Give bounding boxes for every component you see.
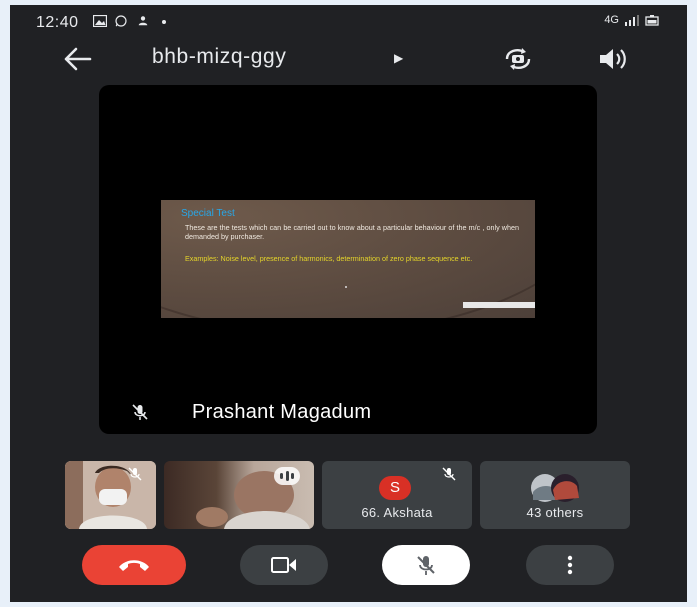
mouse-pointer xyxy=(345,286,347,288)
expand-caret-icon[interactable]: ▶ xyxy=(394,51,403,65)
battery-icon xyxy=(645,14,659,26)
end-call-icon xyxy=(119,560,149,571)
slide-body-text: These are the tests which can be carried… xyxy=(185,223,519,241)
screen-share-banner xyxy=(463,302,535,308)
participant-video xyxy=(65,461,156,529)
network-type: 4G xyxy=(604,14,619,26)
signal-icon xyxy=(625,14,639,26)
shared-presentation-slide: Special Test These are the tests which c… xyxy=(161,200,535,318)
mic-off-icon xyxy=(442,467,456,481)
status-right: 4G xyxy=(604,14,659,26)
status-time: 12:40 xyxy=(36,14,79,31)
end-call-button[interactable] xyxy=(82,545,186,585)
status-bar: 12:40 4G xyxy=(10,5,687,39)
mic-off-icon xyxy=(132,404,148,420)
whatsapp-icon xyxy=(115,15,127,27)
participant-tile[interactable] xyxy=(164,461,314,529)
mic-off-icon xyxy=(417,556,435,575)
slide-title: Special Test xyxy=(181,208,235,219)
grouped-avatars xyxy=(531,474,579,502)
more-options-icon xyxy=(567,555,573,575)
notification-icon xyxy=(138,16,148,26)
meeting-code[interactable]: bhb-mizq-ggy xyxy=(152,45,286,69)
avatar: S xyxy=(379,476,411,500)
mic-off-icon xyxy=(128,467,142,481)
more-options-button[interactable] xyxy=(526,545,614,585)
video-toggle-button[interactable] xyxy=(240,545,328,585)
speaker-icon[interactable] xyxy=(596,44,630,74)
flip-camera-icon[interactable] xyxy=(502,43,534,75)
slide-examples-text: Examples: Noise level, presence of harmo… xyxy=(185,254,473,263)
video-camera-icon xyxy=(271,557,296,573)
participant-tile[interactable]: S 66. Akshata xyxy=(322,461,472,529)
participant-tile-others[interactable]: 43 others xyxy=(480,461,630,529)
presenter-name: Prashant Magadum xyxy=(192,401,372,423)
participant-name: 66. Akshata xyxy=(361,505,433,520)
participant-tile[interactable] xyxy=(65,461,156,529)
main-video-tile[interactable]: Special Test These are the tests which c… xyxy=(99,85,597,434)
meet-call-screen: 12:40 4G bhb-mizq-ggy ▶ Special Test The… xyxy=(10,5,687,602)
gallery-icon xyxy=(93,15,107,27)
speaking-indicator xyxy=(274,467,300,485)
top-app-bar: bhb-mizq-ggy ▶ xyxy=(10,39,687,81)
mic-toggle-button[interactable] xyxy=(382,545,470,585)
dot-icon xyxy=(162,20,166,24)
back-arrow-icon[interactable] xyxy=(62,45,94,73)
others-count: 43 others xyxy=(526,505,584,520)
